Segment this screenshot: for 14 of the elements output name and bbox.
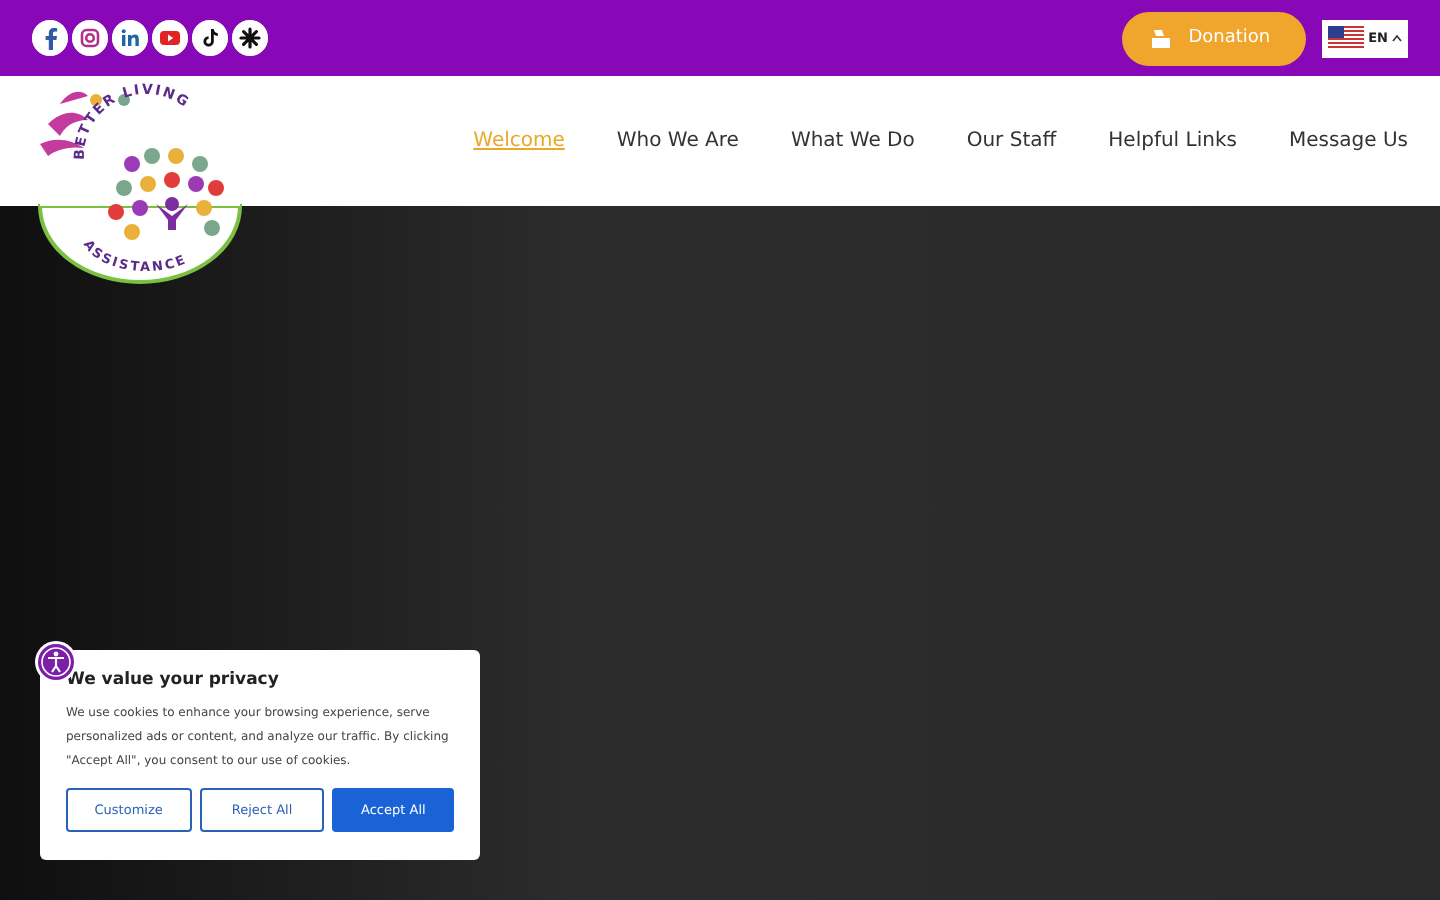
tiktok-icon[interactable] bbox=[192, 20, 228, 56]
nav-link[interactable]: Message Us bbox=[1288, 130, 1408, 152]
caret-icon bbox=[1392, 34, 1402, 42]
linkedin-icon[interactable] bbox=[112, 20, 148, 56]
youtube-icon[interactable] bbox=[152, 20, 188, 56]
nav-link[interactable]: What We Do bbox=[790, 130, 915, 152]
flag-icon bbox=[1328, 26, 1365, 50]
instagram-icon[interactable] bbox=[72, 20, 108, 56]
nav-link[interactable]: Who We Are bbox=[616, 130, 739, 152]
nav-link[interactable]: Helpful Links bbox=[1108, 130, 1237, 152]
nav-link[interactable]: Our Staff bbox=[966, 130, 1057, 152]
donation-box-icon bbox=[1150, 27, 1173, 49]
facebook-icon[interactable] bbox=[32, 20, 68, 56]
asterisk-icon[interactable] bbox=[232, 20, 268, 56]
